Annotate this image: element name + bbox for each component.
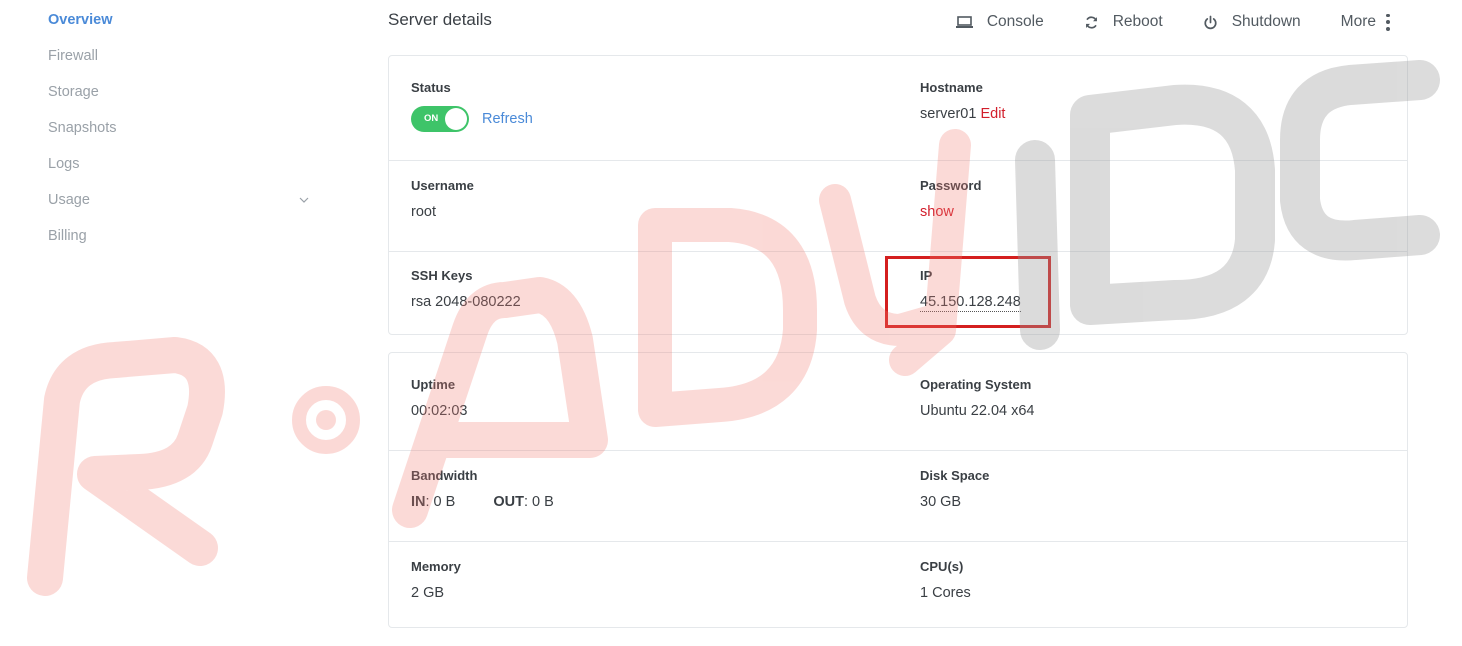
refresh-link[interactable]: Refresh	[482, 111, 533, 127]
shutdown-button[interactable]: Shutdown	[1203, 13, 1301, 31]
refresh-icon	[1085, 15, 1097, 29]
os-cell: Operating System Ubuntu 22.04 x64	[920, 377, 1034, 419]
username-label: Username	[411, 178, 474, 193]
bandwidth-row: Bandwidth IN: 0 B OUT: 0 B Disk Space 30…	[389, 451, 1407, 542]
ip-address-value[interactable]: 45.150.128.248	[920, 294, 1021, 312]
bandwidth-label: Bandwidth	[411, 468, 478, 483]
bandwidth-out-value: : 0 B	[524, 494, 554, 510]
os-value: Ubuntu 22.04 x64	[920, 403, 1035, 419]
uptime-value: 00:02:03	[411, 403, 468, 419]
username-cell: Username root	[411, 178, 474, 220]
show-password-link[interactable]: show	[920, 204, 981, 220]
sidebar-item-logs[interactable]: Logs	[48, 154, 318, 190]
header-actions: Console Reboot Shutdown More	[955, 10, 1390, 34]
power-toggle[interactable]: ON	[411, 106, 469, 132]
ssh-keys-value: rsa 2048-080222	[411, 294, 521, 310]
bandwidth-in-value: : 0 B	[425, 494, 456, 510]
reboot-button[interactable]: Reboot	[1084, 13, 1163, 31]
chevron-down-icon[interactable]	[298, 194, 310, 206]
sidebar-item-billing[interactable]: Billing	[48, 226, 318, 262]
cpu-value: 1 Cores	[920, 585, 971, 601]
uptime-cell: Uptime 00:02:03	[411, 377, 467, 419]
sidebar-item-storage[interactable]: Storage	[48, 82, 318, 118]
toggle-knob	[445, 108, 467, 130]
hostname-cell: Hostname server01 Edit	[920, 80, 1005, 122]
sidebar-nav: Overview Firewall Storage Snapshots Logs…	[48, 10, 318, 262]
os-label: Operating System	[920, 377, 1032, 392]
memory-value: 2 GB	[411, 585, 445, 601]
status-controls: ON Refresh	[411, 106, 533, 132]
edit-hostname-link[interactable]: Edit	[980, 106, 1005, 122]
password-label: Password	[920, 178, 982, 193]
disk-cell: Disk Space 30 GB	[920, 468, 989, 510]
ip-label: IP	[920, 268, 933, 283]
cpu-label: CPU(s)	[920, 559, 964, 574]
more-button[interactable]: More	[1341, 12, 1390, 32]
bandwidth-out-label: OUT	[493, 494, 524, 510]
bandwidth-value: IN: 0 B OUT: 0 B	[411, 494, 554, 510]
sidebar-item-usage[interactable]: Usage	[48, 190, 318, 226]
disk-value: 30 GB	[920, 494, 962, 510]
uptime-label: Uptime	[411, 377, 456, 392]
shutdown-label: Shutdown	[1231, 13, 1301, 30]
reboot-label: Reboot	[1112, 13, 1163, 30]
password-cell: Password show	[920, 178, 981, 220]
hostname-label: Hostname	[920, 80, 983, 95]
server-specs-card: Uptime 00:02:03 Operating System Ubuntu …	[388, 352, 1408, 628]
status-cell: Status ON Refresh	[411, 80, 533, 132]
sidebar-item-overview[interactable]: Overview	[48, 10, 318, 46]
sidebar-item-firewall[interactable]: Firewall	[48, 46, 318, 82]
more-label: More	[1340, 13, 1376, 30]
bandwidth-cell: Bandwidth IN: 0 B OUT: 0 B	[411, 468, 554, 510]
uptime-row: Uptime 00:02:03 Operating System Ubuntu …	[389, 353, 1407, 451]
bandwidth-in-label: IN	[411, 494, 426, 510]
console-label: Console	[986, 13, 1044, 30]
ssh-keys-label: SSH Keys	[411, 268, 473, 283]
monitor-icon	[955, 15, 973, 28]
ssh-keys-cell: SSH Keys rsa 2048-080222	[411, 268, 521, 310]
page-title: Server details	[388, 10, 492, 29]
ip-cell: IP 45.150.128.248	[920, 268, 1021, 312]
vertical-dots-icon	[1386, 12, 1390, 32]
access-details-card: Status ON Refresh Hostname server01 Edit	[388, 55, 1408, 335]
memory-label: Memory	[411, 559, 461, 574]
console-button[interactable]: Console	[955, 13, 1044, 31]
status-row: Status ON Refresh Hostname server01 Edit	[389, 56, 1407, 161]
server-details-page: Overview Firewall Storage Snapshots Logs…	[0, 0, 1462, 646]
toggle-text: ON	[424, 113, 439, 124]
disk-label: Disk Space	[920, 468, 990, 483]
credentials-row: Username root Password show	[389, 161, 1407, 252]
cpu-cell: CPU(s) 1 Cores	[920, 559, 971, 601]
power-icon	[1204, 15, 1217, 29]
hardware-row: Memory 2 GB CPU(s) 1 Cores	[389, 542, 1407, 627]
sidebar-item-snapshots[interactable]: Snapshots	[48, 118, 318, 154]
hostname-value-line: server01 Edit	[920, 106, 1005, 122]
memory-cell: Memory 2 GB	[411, 559, 461, 601]
sidebar-item-label: Usage	[48, 192, 90, 208]
hostname-value: server01	[920, 106, 977, 122]
status-label: Status	[411, 80, 451, 95]
username-value: root	[411, 204, 436, 220]
network-row: SSH Keys rsa 2048-080222 IP 45.150.128.2…	[389, 252, 1407, 334]
